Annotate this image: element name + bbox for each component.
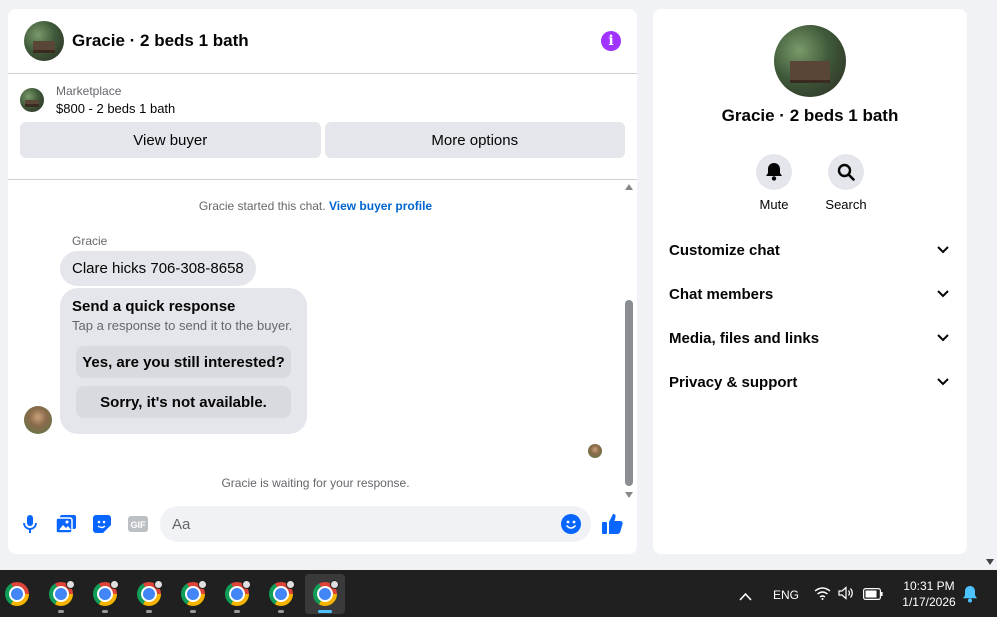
profile-badge-icon	[286, 580, 295, 589]
chat-panel: Gracie · 2 beds 1 bath i Marketplace $80…	[8, 9, 637, 554]
details-title: Gracie · 2 beds 1 bath	[721, 106, 899, 125]
taskbar-chrome-profile[interactable]	[261, 574, 301, 614]
microphone-icon[interactable]	[20, 514, 40, 534]
running-indicator	[318, 610, 332, 613]
waiting-notice: Gracie is waiting for your response.	[221, 476, 410, 490]
search-button[interactable]: Search	[825, 154, 867, 212]
chrome-icon	[5, 582, 29, 606]
quick-response-interested-button[interactable]: Yes, are you still interested?	[76, 346, 291, 378]
customize-chat-section[interactable]: Customize chat	[653, 228, 967, 272]
volume-icon[interactable]	[838, 586, 854, 605]
details-sections: Customize chat Chat members Media, files…	[653, 228, 967, 404]
mute-label: Mute	[759, 197, 789, 212]
sender-avatar[interactable]	[24, 406, 52, 434]
scroll-thumb[interactable]	[625, 300, 633, 486]
gif-icon[interactable]: GIF	[128, 514, 148, 534]
scroll-up-arrow[interactable]	[625, 184, 633, 190]
listing-label: Marketplace	[56, 84, 122, 98]
running-indicator	[278, 610, 284, 613]
details-actions: Mute Search	[653, 154, 967, 212]
taskbar-chrome-profile[interactable]	[173, 574, 213, 614]
quick-response-not-available-button[interactable]: Sorry, it's not available.	[76, 386, 291, 418]
message-composer: GIF	[8, 504, 637, 544]
chevron-down-icon	[937, 334, 949, 342]
chevron-up-icon[interactable]	[739, 588, 752, 606]
wifi-icon[interactable]	[814, 586, 831, 605]
chat-title[interactable]: Gracie · 2 beds 1 bath	[72, 31, 601, 51]
battery-icon[interactable]	[863, 587, 883, 605]
clock-time: 10:31 PM	[903, 579, 955, 593]
info-icon[interactable]: i	[601, 31, 621, 51]
sticker-icon[interactable]	[92, 514, 112, 534]
bell-icon[interactable]	[756, 154, 792, 190]
taskbar: ENG	[0, 570, 997, 617]
taskbar-chrome-app[interactable]	[0, 574, 37, 614]
more-options-button[interactable]: More options	[324, 122, 625, 158]
listing-thumbnail[interactable]	[20, 88, 44, 112]
mute-button[interactable]: Mute	[756, 154, 792, 212]
taskbar-chrome-profile[interactable]	[217, 574, 257, 614]
quick-response-card: Send a quick response Tap a response to …	[60, 288, 307, 434]
language-indicator[interactable]: ENG	[773, 588, 799, 602]
page-scroll-down-arrow[interactable]	[986, 559, 994, 565]
taskbar-chrome-profile[interactable]	[129, 574, 169, 614]
chat-started-text: Gracie started this chat.	[198, 199, 326, 213]
chevron-down-icon	[937, 246, 949, 254]
chevron-down-icon	[937, 290, 949, 298]
message-list: Gracie started this chat. View buyer pro…	[8, 180, 623, 502]
listing-price-title[interactable]: $800 - 2 beds 1 bath	[56, 101, 175, 116]
section-label: Privacy & support	[669, 373, 798, 391]
message-input[interactable]	[172, 515, 561, 533]
quick-response-title: Send a quick response	[72, 298, 236, 315]
profile-badge-icon	[198, 580, 207, 589]
listing-banner: Marketplace $800 - 2 beds 1 bath View bu…	[8, 74, 637, 158]
emoji-icon[interactable]	[561, 514, 581, 534]
section-label: Chat members	[669, 285, 774, 303]
view-buyer-button[interactable]: View buyer	[20, 122, 321, 158]
message-input-wrapper	[160, 506, 591, 542]
running-indicator	[146, 610, 152, 613]
search-icon[interactable]	[828, 154, 864, 190]
system-clock[interactable]: 10:31 PM 1/17/2026	[893, 578, 965, 610]
message-scrollbar[interactable]	[623, 180, 635, 502]
message-bubble[interactable]: Clare hicks 706-308-8658	[60, 251, 256, 286]
chat-started-notice: Gracie started this chat. View buyer pro…	[8, 199, 623, 213]
search-label: Search	[825, 197, 867, 212]
svg-text:GIF: GIF	[131, 520, 147, 530]
media-files-links-section[interactable]: Media, files and links	[653, 316, 967, 360]
sender-name: Gracie	[72, 234, 108, 248]
details-avatar[interactable]	[774, 25, 846, 97]
profile-badge-icon	[154, 580, 163, 589]
view-buyer-profile-link[interactable]: View buyer profile	[329, 199, 432, 213]
running-indicator	[234, 610, 240, 613]
chat-header: Gracie · 2 beds 1 bath i	[8, 9, 637, 74]
section-label: Customize chat	[669, 241, 780, 259]
privacy-support-section[interactable]: Privacy & support	[653, 360, 967, 404]
running-indicator	[58, 610, 64, 613]
profile-badge-icon	[330, 580, 339, 589]
profile-badge-icon	[242, 580, 251, 589]
seen-indicator-avatar	[588, 444, 602, 458]
taskbar-chrome-active[interactable]	[305, 574, 345, 614]
taskbar-chrome-profile[interactable]	[41, 574, 81, 614]
thumbs-up-icon[interactable]	[601, 512, 625, 536]
chevron-down-icon	[937, 378, 949, 386]
taskbar-chrome-profile[interactable]	[85, 574, 125, 614]
chat-members-section[interactable]: Chat members	[653, 272, 967, 316]
profile-badge-icon	[66, 580, 75, 589]
running-indicator	[190, 610, 196, 613]
conversation-avatar[interactable]	[24, 21, 64, 61]
scroll-down-arrow[interactable]	[625, 492, 633, 498]
clock-date: 1/17/2026	[902, 595, 956, 609]
chat-details-panel: Gracie · 2 beds 1 bath Mute Search Custo…	[653, 9, 967, 554]
photo-gallery-icon[interactable]	[56, 514, 76, 534]
running-indicator	[102, 610, 108, 613]
profile-badge-icon	[110, 580, 119, 589]
section-label: Media, files and links	[669, 329, 820, 347]
quick-response-subtitle: Tap a response to send it to the buyer.	[72, 318, 293, 333]
